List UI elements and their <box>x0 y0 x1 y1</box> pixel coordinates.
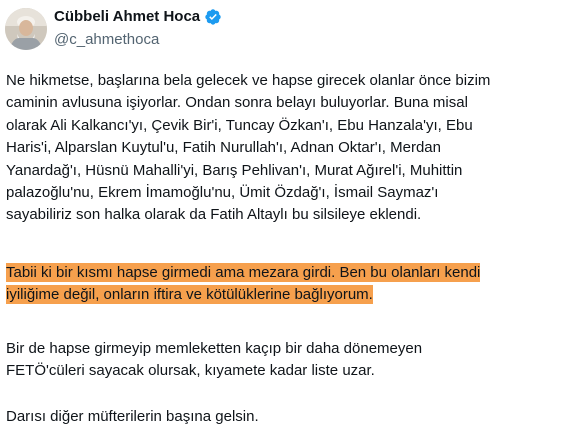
tweet-paragraph: Bir de hapse girmeyip memleketten kaçıp … <box>6 340 423 380</box>
avatar[interactable] <box>5 8 47 50</box>
verified-badge-icon <box>205 9 221 25</box>
author-display-name[interactable]: Cübbeli Ahmet Hoca <box>54 7 200 27</box>
tweet-paragraph: Ne hikmetse, başlarına bela gelecek ve h… <box>6 72 491 224</box>
tweet-highlighted-paragraph: Tabii ki bir kısmı hapse girmedi ama mez… <box>6 262 566 307</box>
tweet-paragraph: Darısı diğer müfterilerin başına gelsin. <box>6 408 259 425</box>
tweet-header: Cübbeli Ahmet Hoca @c_ahmethoca <box>0 0 573 60</box>
author-handle[interactable]: @c_ahmethoca <box>54 30 159 50</box>
highlighted-text: Tabii ki bir kısmı hapse girmedi ama mez… <box>6 263 481 305</box>
tweet: Cübbeli Ahmet Hoca @c_ahmethoca Ne hikme… <box>0 0 573 433</box>
